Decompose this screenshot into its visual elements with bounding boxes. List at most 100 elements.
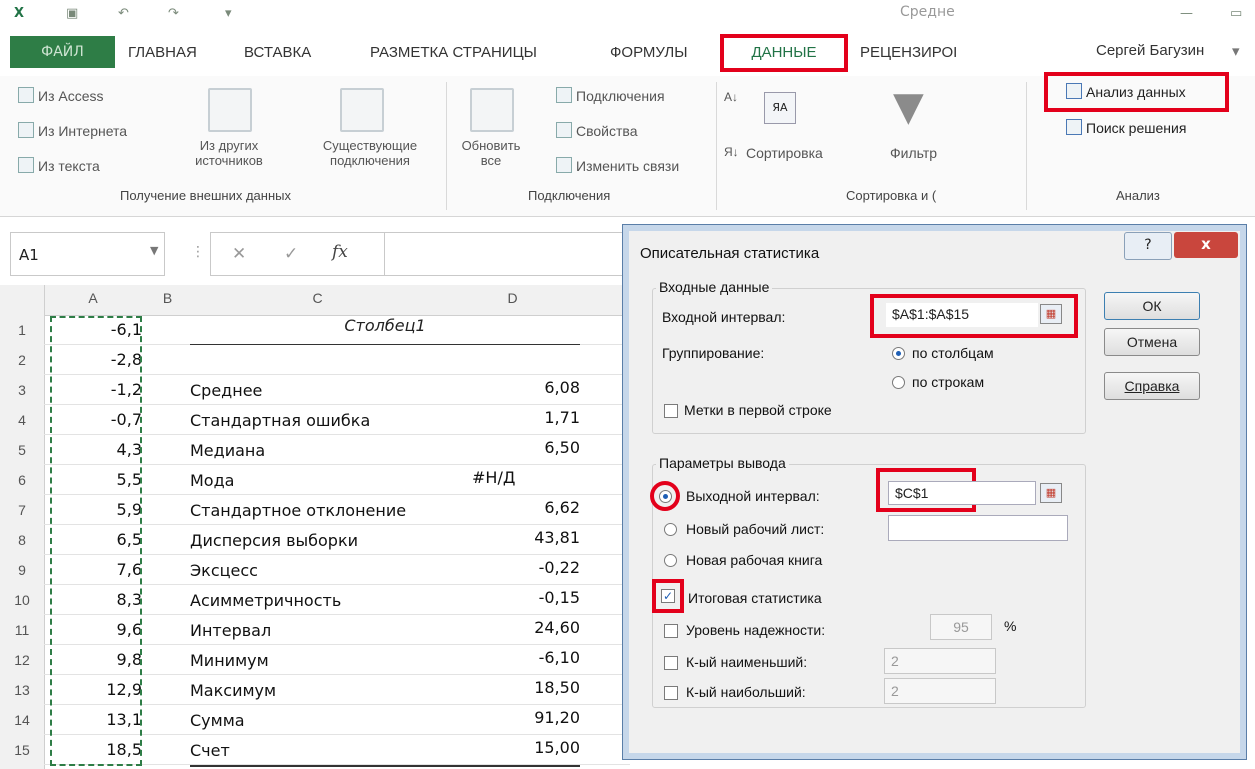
stat-label[interactable]: Стандартное отклонение	[190, 501, 406, 520]
stat-label[interactable]: Дисперсия выборки	[190, 531, 358, 550]
output-range-picker-icon[interactable]: ▦	[1040, 483, 1062, 503]
stat-label[interactable]: Интервал	[190, 621, 271, 640]
help-button[interactable]: ?	[1124, 232, 1172, 260]
cancel-button[interactable]: Отмена	[1104, 328, 1200, 356]
enter-formula-icon[interactable]: ✓	[284, 244, 298, 264]
tab-home[interactable]: ГЛАВНАЯ	[128, 44, 197, 61]
summary-stats-checkbox[interactable]: ✓	[661, 589, 675, 603]
row-header[interactable]: 15	[0, 735, 44, 765]
stat-value[interactable]: -0,15	[445, 588, 580, 607]
labels-first-row-checkbox[interactable]	[664, 404, 678, 418]
stat-label[interactable]: Мода	[190, 471, 234, 490]
stat-label[interactable]: Счет	[190, 741, 230, 760]
row-header[interactable]: 14	[0, 705, 44, 735]
name-box-dropdown-icon[interactable]: ▼	[150, 244, 158, 257]
stat-value[interactable]: -0,22	[445, 558, 580, 577]
close-button[interactable]: x	[1174, 232, 1238, 258]
row-header[interactable]: 3	[0, 375, 44, 405]
stat-label[interactable]: Минимум	[190, 651, 269, 670]
select-all-corner[interactable]	[0, 285, 45, 315]
row-header[interactable]: 9	[0, 555, 44, 585]
row-header[interactable]: 6	[0, 465, 44, 495]
stat-value[interactable]: #Н/Д	[472, 468, 572, 487]
tab-review[interactable]: РЕЦЕНЗИРОІ	[860, 44, 970, 61]
user-menu-chevron-icon[interactable]: ▾	[1232, 42, 1240, 60]
kth-largest-checkbox[interactable]	[664, 686, 678, 700]
undo-icon[interactable]: ↶	[118, 6, 129, 21]
save-icon[interactable]: ▣	[66, 6, 78, 21]
restore-icon[interactable]: ▭	[1230, 6, 1242, 21]
filter-button[interactable]: Фильтр	[890, 145, 937, 161]
stat-label[interactable]: Эксцесс	[190, 561, 258, 580]
radio-by-columns[interactable]	[892, 347, 905, 360]
stat-value[interactable]: 24,60	[445, 618, 580, 637]
properties-button[interactable]: Свойства	[556, 122, 637, 139]
tab-formulas[interactable]: ФОРМУЛЫ	[610, 44, 688, 61]
other-sources-button[interactable]: Из других источников	[170, 138, 288, 168]
stat-value[interactable]: 18,50	[445, 678, 580, 697]
quick-access-menu-icon[interactable]: ▾	[225, 6, 232, 21]
edit-links-button[interactable]: Изменить связи	[556, 157, 679, 174]
insert-function-icon[interactable]: fx	[332, 242, 348, 262]
stat-value[interactable]: 15,00	[445, 738, 580, 757]
stat-label[interactable]: Среднее	[190, 381, 262, 400]
row-header[interactable]: 8	[0, 525, 44, 555]
stat-label[interactable]: Стандартная ошибка	[190, 411, 370, 430]
tab-page-layout[interactable]: РАЗМЕТКА СТРАНИЦЫ	[370, 44, 537, 61]
new-sheet-field[interactable]	[888, 515, 1068, 541]
kth-smallest-checkbox[interactable]	[664, 656, 678, 670]
row-header[interactable]: 7	[0, 495, 44, 525]
stat-value[interactable]: 6,50	[445, 438, 580, 457]
cancel-formula-icon[interactable]: ✕	[232, 244, 246, 264]
stat-value[interactable]: 1,71	[445, 408, 580, 427]
row-header[interactable]: 2	[0, 345, 44, 375]
output-range-field[interactable]: $C$1	[888, 481, 1036, 505]
sort-az-icon[interactable]: А↓	[724, 90, 738, 104]
row-header[interactable]: 12	[0, 645, 44, 675]
input-range-field[interactable]: $A$1:$A$15	[886, 303, 1038, 327]
row-header[interactable]: 5	[0, 435, 44, 465]
existing-connections-button[interactable]: Существующие подключения	[300, 138, 440, 168]
column-header-d[interactable]: D	[445, 290, 580, 306]
solver-button[interactable]: Поиск решения	[1066, 119, 1186, 136]
from-access-button[interactable]: Из Access	[18, 87, 104, 104]
radio-new-sheet[interactable]	[664, 523, 677, 536]
sort-za-icon[interactable]: Я↓	[724, 145, 739, 159]
from-text-button[interactable]: Из текста	[18, 157, 100, 174]
minimize-icon[interactable]: —	[1180, 6, 1193, 21]
tab-file[interactable]: ФАЙЛ	[10, 36, 115, 68]
stat-value[interactable]: 6,08	[445, 378, 580, 397]
stat-label[interactable]: Максимум	[190, 681, 276, 700]
row-header[interactable]: 11	[0, 615, 44, 645]
input-range-picker-icon[interactable]: ▦	[1040, 304, 1062, 324]
ok-button[interactable]: ОК	[1104, 292, 1200, 320]
row-header[interactable]: 13	[0, 675, 44, 705]
stat-label[interactable]: Асимметричность	[190, 591, 341, 610]
column-header-b[interactable]: B	[145, 290, 190, 306]
column-header-c[interactable]: C	[190, 290, 445, 306]
stat-label[interactable]: Медиана	[190, 441, 265, 460]
stat-value[interactable]: 91,20	[445, 708, 580, 727]
stat-value[interactable]: 43,81	[445, 528, 580, 547]
connections-button[interactable]: Подключения	[556, 87, 665, 104]
row-header[interactable]: 10	[0, 585, 44, 615]
kth-largest-field[interactable]: 2	[884, 678, 996, 704]
row-header[interactable]: 4	[0, 405, 44, 435]
help-dialog-button[interactable]: Справка	[1104, 372, 1200, 400]
column-header-a[interactable]: A	[48, 290, 138, 306]
confidence-level-field[interactable]: 95	[930, 614, 992, 640]
stat-value[interactable]: -6,10	[445, 648, 580, 667]
refresh-all-button[interactable]: Обновить все	[450, 138, 532, 168]
radio-new-book[interactable]	[664, 554, 677, 567]
from-web-button[interactable]: Из Интернета	[18, 122, 127, 139]
row-header[interactable]: 1	[0, 315, 44, 345]
tab-data[interactable]: ДАННЫЕ	[720, 34, 848, 72]
formula-input[interactable]	[384, 232, 630, 276]
radio-output-range[interactable]	[659, 490, 672, 503]
radio-by-rows[interactable]	[892, 376, 905, 389]
stats-column-header[interactable]: Столбец1	[190, 316, 580, 335]
stat-value[interactable]: 6,62	[445, 498, 580, 517]
redo-icon[interactable]: ↷	[168, 6, 179, 21]
kth-smallest-field[interactable]: 2	[884, 648, 996, 674]
sort-button[interactable]: Сортировка	[746, 145, 823, 161]
